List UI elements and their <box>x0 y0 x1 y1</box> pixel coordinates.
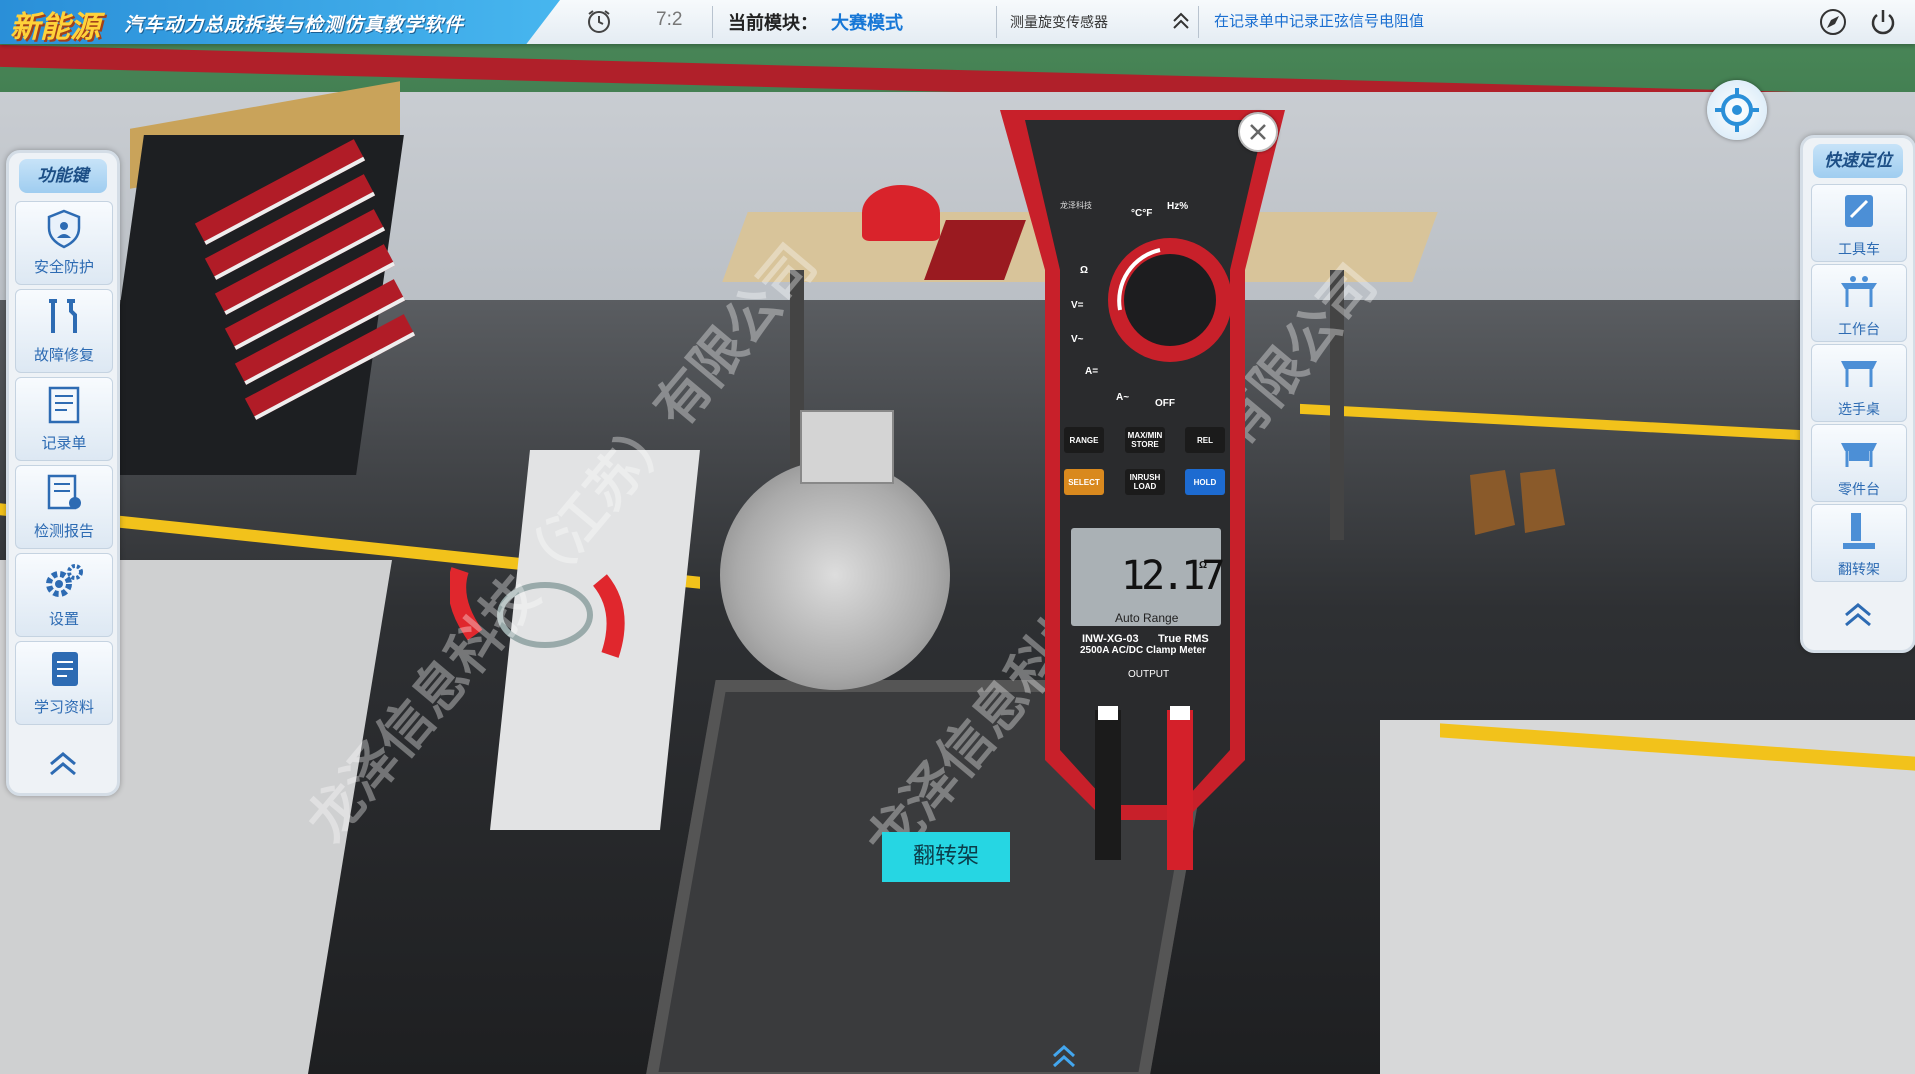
quick-locate-title: 快速定位 <box>1813 144 1903 178</box>
module-value: 大赛模式 <box>831 13 903 34</box>
divider <box>996 6 997 38</box>
player-desk-icon <box>1841 361 1877 387</box>
dial-label: A= <box>1085 366 1099 377</box>
goto-workbench-button[interactable]: 工作台 <box>1811 264 1907 342</box>
brand-title: 新能源 <box>10 10 100 45</box>
workbench-icon <box>1841 276 1877 307</box>
3d-scene[interactable]: 龙泽信息科技（江苏）有限公司 龙泽信息科技（江苏）有限公司 <box>0 0 1915 1074</box>
goto-tool-cart-button[interactable]: 工具车 <box>1811 184 1907 262</box>
hold-button[interactable]: HOLD <box>1185 469 1225 495</box>
meter-model-desc: True RMS <box>1158 633 1209 645</box>
timer: 7:2 <box>656 9 683 30</box>
gear-icon <box>46 564 83 597</box>
close-meter-button[interactable] <box>1238 112 1278 152</box>
range-button[interactable]: RANGE <box>1064 427 1104 453</box>
lcd-range-mode: Auto Range <box>1115 611 1179 625</box>
shield-icon <box>47 209 81 249</box>
flip-stand-label[interactable]: 翻转架 <box>882 832 1010 882</box>
report-icon <box>47 474 81 510</box>
side-label: 检测报告 <box>33 522 94 540</box>
dial-label: Hz% <box>1167 201 1189 212</box>
floor-panel-right <box>1380 720 1915 1074</box>
fault-repair-button[interactable]: 故障修复 <box>15 289 113 373</box>
app-title: 汽车动力总成拆装与检测仿真教学软件 <box>124 14 465 36</box>
max-min-store-button[interactable]: MAX/MIN STORE <box>1125 427 1165 453</box>
motor-junction-box <box>800 410 894 484</box>
side-label: 零件台 <box>1838 482 1880 498</box>
side-label: 翻转架 <box>1838 562 1880 578</box>
settings-button[interactable]: 设置 <box>15 553 113 637</box>
safety-helmet[interactable] <box>862 185 940 241</box>
drive-motor[interactable] <box>720 460 950 690</box>
divider <box>712 6 713 38</box>
inspection-report-button[interactable]: 检测报告 <box>15 465 113 549</box>
expand-chevron-icon[interactable] <box>1049 1042 1079 1070</box>
wrench-icon <box>49 299 77 333</box>
goto-parts-table-button[interactable]: 零件台 <box>1811 424 1907 502</box>
lcd-unit: Ω <box>1199 560 1208 571</box>
side-label: 故障修复 <box>33 346 94 364</box>
side-label: 工具车 <box>1838 242 1880 258</box>
chevron-up-icon[interactable] <box>1170 10 1192 32</box>
recenter-view-button[interactable] <box>1707 80 1767 140</box>
side-label: 安全防护 <box>33 258 94 276</box>
record-sheet-icon <box>48 386 80 424</box>
goto-flip-stand-button[interactable]: 翻转架 <box>1811 504 1907 582</box>
side-label: 设置 <box>48 610 79 628</box>
dial-label: OFF <box>1155 398 1175 409</box>
side-label: 记录单 <box>41 434 87 452</box>
meter-model: INW-XG-03 <box>1082 633 1139 645</box>
collapse-chevron-icon[interactable] <box>1840 600 1876 630</box>
function-panel: 功能键 安全防护 故障修复 记录单 检测报告 设置 学习资料 <box>6 150 120 796</box>
dial-label: V~ <box>1071 334 1084 345</box>
quick-locate-panel: 快速定位 工具车 工作台 选手桌 零件台 翻转架 <box>1800 135 1915 653</box>
tool-cart-icon <box>1845 195 1873 227</box>
current-step: 测量旋变传感器 <box>1010 15 1108 31</box>
side-label: 学习资料 <box>33 698 94 716</box>
alarm-clock-icon <box>588 10 610 33</box>
crosshair-icon <box>1715 88 1759 132</box>
inrush-load-button[interactable]: INRUSH LOAD <box>1125 469 1165 495</box>
compass-icon[interactable] <box>1818 7 1848 37</box>
parts-table-icon <box>1841 443 1877 467</box>
dial-label: °C°F <box>1131 208 1153 219</box>
power-icon[interactable] <box>1868 7 1898 37</box>
record-sheet-button[interactable]: 记录单 <box>15 377 113 461</box>
task-instruction: 在记录单中记录正弦信号电阻值 <box>1214 12 1425 30</box>
side-label: 选手桌 <box>1838 402 1880 418</box>
collapse-chevron-icon[interactable] <box>45 749 81 779</box>
divider <box>1198 6 1199 38</box>
rel-button[interactable]: REL <box>1185 427 1225 453</box>
safety-boots[interactable] <box>1465 455 1575 545</box>
side-label: 工作台 <box>1838 322 1880 338</box>
output-label: OUTPUT <box>1128 669 1170 680</box>
close-icon <box>1250 124 1266 140</box>
dial-label: A~ <box>1116 392 1130 403</box>
flip-stand-icon <box>1843 513 1875 549</box>
top-bar: 新能源 汽车动力总成拆装与检测仿真教学软件 7:2 当前模块： 大赛模式 测量旋… <box>0 0 1915 45</box>
goto-player-desk-button[interactable]: 选手桌 <box>1811 344 1907 422</box>
select-button[interactable]: SELECT <box>1064 469 1104 495</box>
dial-label: Ω <box>1080 265 1089 276</box>
study-materials-button[interactable]: 学习资料 <box>15 641 113 725</box>
function-panel-title: 功能键 <box>19 159 107 193</box>
meter-brand: 龙泽科技 <box>1060 201 1092 210</box>
dial-label: V= <box>1071 300 1084 311</box>
safety-protection-button[interactable]: 安全防护 <box>15 201 113 285</box>
book-icon <box>52 652 78 686</box>
meter-model-desc2: 2500A AC/DC Clamp Meter <box>1080 645 1206 656</box>
module-label: 当前模块： <box>728 13 818 34</box>
